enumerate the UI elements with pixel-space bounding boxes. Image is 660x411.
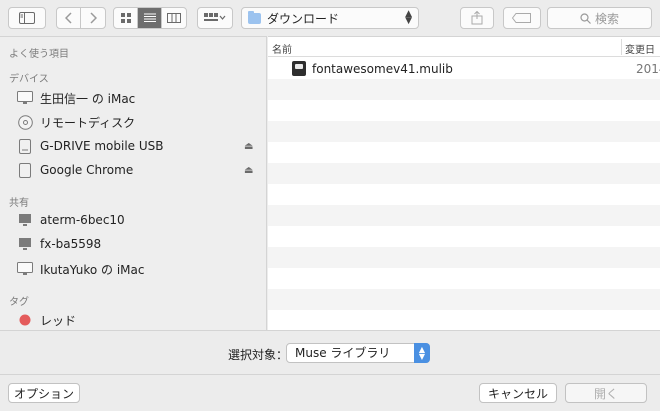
format-label: 選択対象： (228, 348, 289, 362)
eject-icon[interactable]: ⏏ (244, 141, 253, 152)
column-divider (621, 39, 622, 55)
table-row (268, 268, 660, 289)
updown-arrow-icon: ▲ ▼ (414, 343, 430, 363)
favorites-header: よく使う項目 (9, 49, 69, 60)
file-list: 名前 変更日 fontawesomev41.mulib 2014 (268, 36, 660, 330)
search-field[interactable]: 検索 (547, 7, 652, 29)
view-mode-switch (113, 7, 187, 29)
sidebar-item-remote-disc[interactable]: リモートディスク (17, 111, 135, 133)
format-bar: 選択対象： Muse ライブラリ ▲ ▼ (0, 330, 660, 374)
external-drive-icon (17, 138, 33, 154)
column-header: 名前 変更日 (268, 37, 660, 57)
search-icon (580, 12, 591, 24)
share-button[interactable] (460, 7, 494, 29)
column-view-button[interactable] (162, 8, 186, 28)
table-row (268, 163, 660, 184)
table-row (268, 184, 660, 205)
eject-icon[interactable]: ⏏ (244, 165, 253, 176)
table-row (268, 142, 660, 163)
sidebar-item-label: IkutaYuko の iMac (40, 262, 145, 277)
red-tag-icon (17, 312, 33, 328)
sidebar-item-label: リモートディスク (40, 115, 136, 130)
sidebar-icon (19, 12, 35, 24)
forward-button[interactable] (81, 8, 105, 28)
list-view-button[interactable] (138, 8, 162, 28)
nav-buttons (56, 7, 106, 29)
location-label: ダウンロード (267, 11, 340, 26)
sidebar-item-google-chrome[interactable]: Google Chrome (17, 159, 133, 181)
tag-icon (512, 13, 531, 23)
monitor-icon (17, 212, 33, 228)
sidebar-item-label: aterm-6bec10 (40, 213, 125, 227)
cancel-button[interactable]: キャンセル (479, 383, 557, 403)
format-popup[interactable]: Muse ライブラリ ▲ ▼ (286, 343, 430, 363)
sidebar-item-tag-red[interactable]: レッド (17, 309, 76, 330)
arrange-button[interactable] (197, 7, 233, 29)
table-row[interactable]: fontawesomev41.mulib 2014 (268, 58, 660, 79)
location-popup[interactable]: ダウンロード ▲ ▼ (241, 7, 419, 29)
sidebar-item-aterm[interactable]: aterm-6bec10 (17, 209, 125, 231)
devices-header: デバイス (9, 74, 49, 85)
sidebar-item-ikutayuko-imac[interactable]: IkutaYuko の iMac (17, 258, 144, 280)
button-bar: オプション キャンセル 開く (0, 374, 660, 411)
column-header-modified[interactable]: 変更日 (625, 41, 655, 56)
folder-icon (248, 10, 261, 24)
imac-icon (17, 261, 33, 277)
grid-icon (120, 13, 131, 23)
table-row (268, 226, 660, 247)
disc-icon (17, 114, 33, 130)
sidebar-item-label: fx-ba5598 (40, 237, 102, 251)
shared-header: 共有 (9, 198, 29, 209)
file-date: 2014 (636, 62, 660, 76)
sidebar: よく使う項目 デバイス 生田信一 の iMac リモートディスク G-DRIVE… (0, 36, 267, 330)
open-button[interactable]: 開く (565, 383, 647, 403)
sidebar-item-label: G-DRIVE mobile USB (40, 139, 164, 153)
sidebar-item-label: Google Chrome (40, 163, 134, 177)
column-header-name[interactable]: 名前 (272, 41, 292, 56)
table-row (268, 205, 660, 226)
table-row (268, 247, 660, 268)
tag-button[interactable] (503, 7, 541, 29)
table-row (268, 79, 660, 100)
table-row (268, 289, 660, 310)
share-icon (471, 11, 483, 25)
options-button[interactable]: オプション (8, 383, 80, 403)
sidebar-item-fx[interactable]: fx-ba5598 (17, 233, 101, 255)
file-name: fontawesomev41.mulib (312, 62, 453, 76)
tags-header: タグ (9, 297, 29, 308)
chevron-right-icon (90, 12, 97, 24)
arrange-icon (204, 13, 226, 21)
chevron-left-icon (64, 12, 72, 24)
format-selected: Muse ライブラリ (295, 346, 391, 360)
updown-arrow-icon: ▲ ▼ (405, 9, 412, 26)
sidebar-item-label: 生田信一 の iMac (40, 91, 136, 106)
imac-icon (17, 90, 33, 106)
icon-view-button[interactable] (114, 8, 138, 28)
sidebar-toggle-button[interactable] (8, 7, 46, 29)
columns-icon (167, 13, 181, 23)
sidebar-item-imac[interactable]: 生田信一 の iMac (17, 87, 135, 109)
search-placeholder: 検索 (594, 11, 619, 26)
table-row (268, 121, 660, 142)
toolbar: ダウンロード ▲ ▼ 検索 (0, 0, 660, 36)
sidebar-item-g-drive[interactable]: G-DRIVE mobile USB (17, 135, 164, 157)
table-row (268, 100, 660, 121)
library-file-icon (292, 61, 306, 76)
list-icon (143, 13, 156, 22)
monitor-icon (17, 236, 33, 252)
table-row (268, 310, 660, 330)
drive-icon (17, 162, 33, 178)
back-button[interactable] (57, 8, 81, 28)
sidebar-item-label: レッド (40, 313, 77, 328)
